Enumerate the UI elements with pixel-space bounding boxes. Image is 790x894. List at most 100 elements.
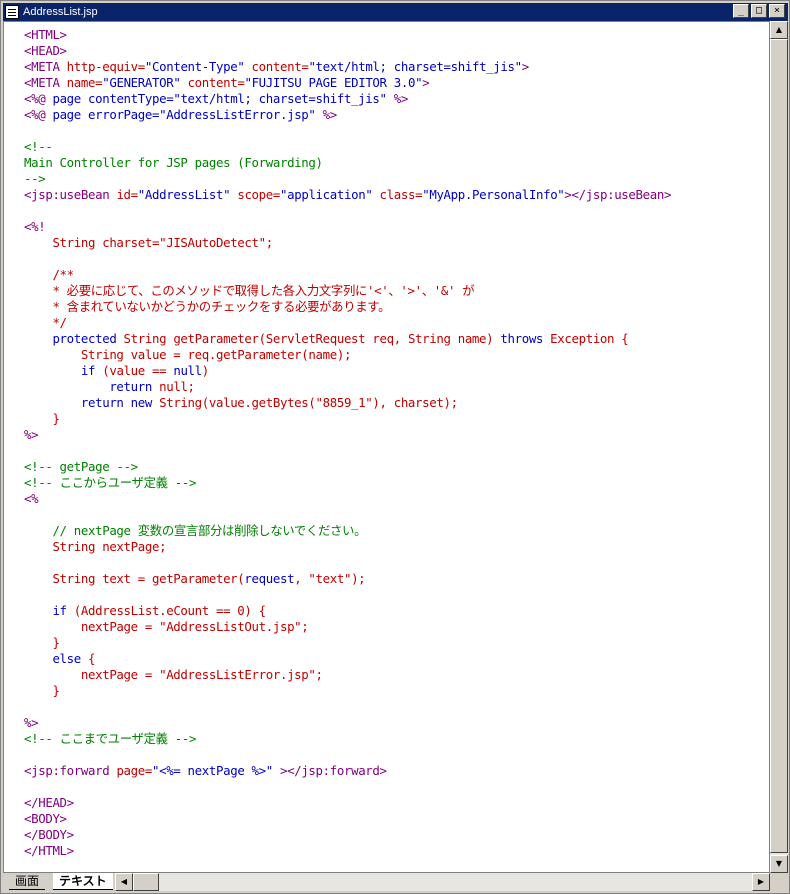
scroll-right-icon[interactable]: ▶ bbox=[752, 873, 770, 891]
code-token: <%@ bbox=[24, 91, 53, 106]
code-line[interactable]: } bbox=[24, 683, 671, 699]
maximize-button[interactable]: □ bbox=[751, 4, 767, 18]
code-line[interactable]: String value = req.getParameter(name); bbox=[24, 347, 671, 363]
window-title: AddressList.jsp bbox=[23, 6, 98, 18]
code-token: /** bbox=[24, 267, 74, 282]
code-token: (AddressList.eCount == 0) { bbox=[73, 603, 266, 618]
code-line[interactable]: * 必要に応じて、このメソッドで取得した各入力文字列に'<'、'>'、'&' が bbox=[24, 283, 671, 299]
code-token: "<%= nextPage %>" bbox=[152, 763, 273, 778]
code-token: } bbox=[24, 411, 60, 426]
code-line[interactable]: Main Controller for JSP pages (Forwardin… bbox=[24, 155, 671, 171]
scroll-down-icon[interactable]: ▼ bbox=[770, 855, 788, 873]
code-line[interactable]: */ bbox=[24, 315, 671, 331]
code-token: "GENERATOR" bbox=[102, 75, 181, 90]
code-token: <!-- bbox=[24, 139, 53, 154]
code-line[interactable]: String nextPage; bbox=[24, 539, 671, 555]
code-line[interactable]: if (AddressList.eCount == 0) { bbox=[24, 603, 671, 619]
code-line[interactable]: <% bbox=[24, 491, 671, 507]
code-line[interactable]: String charset="JISAutoDetect"; bbox=[24, 235, 671, 251]
code-token: // nextPage 変数の宣言部分は削除しないでください。 bbox=[24, 523, 367, 538]
code-line[interactable]: * 含まれていないかどうかのチェックをする必要があります。 bbox=[24, 299, 671, 315]
code-token: <!-- ここからユーザ定義 --> bbox=[24, 475, 197, 490]
code-token: <%! bbox=[24, 219, 46, 234]
code-token: String charset= bbox=[24, 235, 160, 250]
code-token: { bbox=[88, 651, 96, 666]
close-button[interactable]: × bbox=[769, 4, 785, 18]
code-token: null; bbox=[159, 379, 195, 394]
code-line[interactable]: <META name="GENERATOR" content="FUJITSU … bbox=[24, 75, 671, 91]
code-line[interactable]: <%@ page errorPage="AddressListError.jsp… bbox=[24, 107, 671, 123]
code-token: %> bbox=[386, 91, 409, 106]
code-line[interactable] bbox=[24, 251, 671, 267]
vertical-scroll-thumb[interactable] bbox=[770, 39, 788, 853]
code-line[interactable]: <!-- ここまでユーザ定義 --> bbox=[24, 731, 671, 747]
code-line[interactable]: <jsp:useBean id="AddressList" scope="app… bbox=[24, 187, 671, 203]
code-line[interactable] bbox=[24, 747, 671, 763]
code-text[interactable]: <HTML> <HEAD> <META http-equiv="Content-Ty… bbox=[24, 27, 671, 859]
code-line[interactable] bbox=[24, 123, 671, 139]
code-line[interactable]: <!-- ここからユーザ定義 --> bbox=[24, 475, 671, 491]
code-line[interactable]: String text = getParameter(request, "tex… bbox=[24, 571, 671, 587]
code-line[interactable] bbox=[24, 507, 671, 523]
code-token: } bbox=[24, 683, 60, 698]
code-line[interactable]: else { bbox=[24, 651, 671, 667]
code-line[interactable]: <jsp:forward page="<%= nextPage %>" ></j… bbox=[24, 763, 671, 779]
code-token: <!-- getPage --> bbox=[24, 459, 138, 474]
code-line[interactable]: return null; bbox=[24, 379, 671, 395]
code-token: */ bbox=[24, 315, 67, 330]
code-editor[interactable]: <HTML> <HEAD> <META http-equiv="Content-Ty… bbox=[3, 21, 770, 873]
code-token: <META bbox=[24, 75, 67, 90]
code-line[interactable]: } bbox=[24, 635, 671, 651]
code-token: else bbox=[24, 651, 88, 666]
code-line[interactable] bbox=[24, 203, 671, 219]
code-line[interactable] bbox=[24, 587, 671, 603]
code-token: id= bbox=[116, 187, 138, 202]
code-line[interactable]: protected String getParameter(ServletReq… bbox=[24, 331, 671, 347]
code-token: <BODY> bbox=[24, 811, 67, 826]
scroll-up-icon[interactable]: ▲ bbox=[770, 21, 788, 39]
code-token: > bbox=[422, 75, 430, 90]
code-line[interactable]: // nextPage 変数の宣言部分は削除しないでください。 bbox=[24, 523, 671, 539]
code-line[interactable]: nextPage = "AddressListError.jsp"; bbox=[24, 667, 671, 683]
code-line[interactable]: %> bbox=[24, 427, 671, 443]
code-line[interactable]: } bbox=[24, 411, 671, 427]
code-line[interactable]: <HEAD> bbox=[24, 43, 671, 59]
code-line[interactable] bbox=[24, 699, 671, 715]
code-token: protected bbox=[24, 331, 124, 346]
vertical-scrollbar[interactable]: ▲ ▼ bbox=[770, 21, 788, 873]
code-line[interactable]: <%@ page contentType="text/html; charset… bbox=[24, 91, 671, 107]
code-line[interactable]: if (value == null) bbox=[24, 363, 671, 379]
horizontal-scroll-thumb[interactable] bbox=[133, 873, 159, 891]
code-token: "Content-Type" bbox=[144, 59, 245, 74]
code-line[interactable] bbox=[24, 443, 671, 459]
code-line[interactable] bbox=[24, 779, 671, 795]
code-token: * 必要に応じて、このメソッドで取得した各入力文字列に'<'、'>'、'&' が bbox=[24, 283, 475, 298]
tab-design[interactable]: 画面 bbox=[9, 873, 46, 890]
code-line[interactable]: </HTML> bbox=[24, 843, 671, 859]
code-token: if bbox=[24, 363, 103, 378]
code-line[interactable]: <!-- bbox=[24, 139, 671, 155]
code-token: "FUJITSU PAGE EDITOR 3.0" bbox=[244, 75, 423, 90]
code-line[interactable]: <META http-equiv="Content-Type" content=… bbox=[24, 59, 671, 75]
code-line[interactable]: return new String(value.getBytes("8859_1… bbox=[24, 395, 671, 411]
code-token: name= bbox=[66, 75, 103, 90]
code-line[interactable]: <BODY> bbox=[24, 811, 671, 827]
code-line[interactable]: <!-- getPage --> bbox=[24, 459, 671, 475]
code-line[interactable]: <HTML> bbox=[24, 27, 671, 43]
code-line[interactable]: %> bbox=[24, 715, 671, 731]
tab-text[interactable]: テキスト bbox=[53, 873, 113, 890]
code-line[interactable]: </HEAD> bbox=[24, 795, 671, 811]
code-line[interactable]: /** bbox=[24, 267, 671, 283]
code-line[interactable]: </BODY> bbox=[24, 827, 671, 843]
scroll-left-icon[interactable]: ◀ bbox=[115, 873, 133, 891]
code-token: "MyApp.PersonalInfo" bbox=[422, 187, 565, 202]
minimize-button[interactable]: _ bbox=[733, 4, 749, 18]
code-line[interactable] bbox=[24, 555, 671, 571]
title-bar[interactable]: AddressList.jsp _ □ × bbox=[3, 3, 788, 21]
code-line[interactable]: nextPage = "AddressListOut.jsp"; bbox=[24, 619, 671, 635]
horizontal-scrollbar[interactable]: ◀ ▶ bbox=[115, 873, 770, 891]
code-line[interactable]: --> bbox=[24, 171, 671, 187]
code-token: request bbox=[244, 571, 295, 586]
code-token: <META bbox=[24, 59, 67, 74]
code-line[interactable]: <%! bbox=[24, 219, 671, 235]
